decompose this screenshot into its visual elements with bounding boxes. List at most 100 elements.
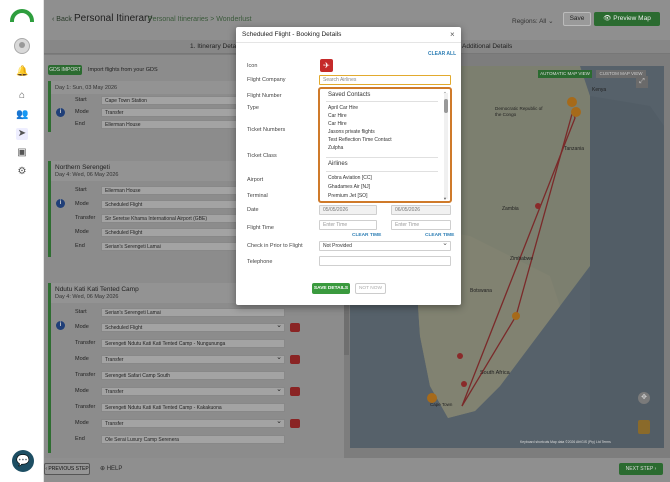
bell-icon[interactable]: 🔔: [16, 66, 28, 78]
row-label: Mode: [75, 201, 89, 207]
tab-additional-details[interactable]: Additional Details: [462, 43, 512, 50]
dropdown-scrollbar[interactable]: [444, 93, 448, 199]
dropdown-option[interactable]: April Car Hire: [328, 105, 358, 111]
preview-map-button[interactable]: 👁 Preview Map: [594, 12, 660, 26]
route-row: Transfer Serengeti Ndutu Kati Kati Tented…: [51, 402, 340, 413]
user-avatar[interactable]: [14, 38, 30, 54]
arrival-time-field[interactable]: Enter Time: [391, 220, 451, 230]
ticket-numbers-label: Ticket Numbers: [247, 127, 286, 133]
day-card: Ndutu Kati Kati Tented Camp Day 4: Wed, …: [48, 283, 340, 453]
delete-icon[interactable]: [290, 355, 300, 364]
dropdown-option[interactable]: Premium Jet [SO]: [328, 193, 367, 199]
telephone-field[interactable]: [319, 256, 451, 266]
automatic-map-view-toggle[interactable]: AUTOMATIC MAP VIEW: [538, 70, 592, 78]
breadcrumb[interactable]: Personal Itineraries > Wonderlust: [148, 16, 252, 23]
gear-icon[interactable]: ⚙: [16, 166, 28, 178]
dropdown-option[interactable]: Car Hire: [328, 121, 347, 127]
next-step-button[interactable]: NEXT STEP ›: [619, 463, 663, 475]
mode-select[interactable]: Transfer: [101, 387, 285, 396]
row-label: End: [75, 436, 85, 442]
row-label: Mode: [75, 229, 89, 235]
help-link[interactable]: ⊕ HELP: [100, 465, 122, 472]
delete-icon[interactable]: [290, 387, 300, 396]
modal-header: Scheduled Flight - Booking Details ×: [236, 27, 461, 43]
delete-icon[interactable]: [290, 419, 300, 428]
row-value-field[interactable]: Serian's Serengeti Lamai: [101, 308, 285, 317]
next-step-label: NEXT STEP: [625, 466, 654, 472]
row-label: Mode: [75, 388, 89, 394]
row-value-field[interactable]: Ole Serai Luxury Camp Serenera: [101, 435, 285, 444]
close-icon[interactable]: ×: [450, 30, 455, 39]
tab-itinerary-details[interactable]: 1. Itinerary Details: [190, 43, 242, 50]
users-icon[interactable]: 👥: [16, 109, 28, 121]
row-label: Mode: [75, 356, 89, 362]
home-icon[interactable]: ⌂: [16, 90, 28, 102]
map-label-zimbabwe: Zimbabwe: [510, 256, 534, 262]
row-label: Mode: [75, 324, 89, 330]
mode-select[interactable]: Transfer: [101, 419, 285, 428]
airlines-heading: Airlines: [328, 161, 348, 167]
itinerary-nav-icon[interactable]: ➤: [16, 128, 28, 140]
flight-number-label: Flight Number: [247, 93, 282, 99]
group-divider: [326, 101, 438, 102]
not-now-button[interactable]: NOT NOW: [355, 283, 386, 294]
route-row: End Ole Serai Luxury Camp Serenera: [51, 434, 340, 445]
dropdown-option[interactable]: Car Hire: [328, 113, 347, 119]
app-sidebar: 🔔 ⌂ 👥 ➤ ▣ ⚙ 💬: [0, 0, 44, 482]
back-label: Back: [56, 16, 72, 23]
brand-logo[interactable]: [10, 9, 34, 22]
chat-icon[interactable]: 💬: [12, 450, 34, 472]
map-label-botswana: Botswana: [470, 288, 492, 294]
map-label-drc: Democratic Republic of the Congo: [495, 106, 543, 117]
route-row: Transfer Serengeti Safari Camp South: [51, 370, 340, 381]
airplane-icon[interactable]: ✈: [320, 59, 333, 72]
dropdown-option[interactable]: Cobra Aviation [CC]: [328, 175, 372, 181]
row-value-field[interactable]: Serengeti Ndutu Kati Kati Tented Camp - …: [101, 403, 285, 412]
fullscreen-icon[interactable]: ⤢: [636, 76, 648, 88]
dropdown-option[interactable]: Ghadames Air [NJ]: [328, 184, 370, 190]
route-row: Mode Transfer: [51, 418, 340, 429]
row-label: Start: [75, 97, 87, 103]
delete-icon[interactable]: [290, 323, 300, 332]
airline-search-input[interactable]: Search Airlines: [319, 75, 451, 85]
regions-label: Regions: All: [512, 18, 547, 25]
preview-map-label: Preview Map: [613, 15, 651, 22]
scrollbar-thumb[interactable]: [444, 99, 448, 113]
date-to-field[interactable]: 06/05/2026: [391, 205, 451, 215]
type-label: Type: [247, 105, 259, 111]
check-in-select[interactable]: Not Provided: [319, 241, 451, 251]
dropdown-option[interactable]: Jasons private flights: [328, 129, 375, 135]
departure-time-field[interactable]: Enter Time: [319, 220, 377, 230]
mode-select[interactable]: Transfer: [101, 355, 285, 364]
map-label-south-africa: South Africa: [480, 370, 510, 376]
clear-time-button[interactable]: CLEAR TIME: [425, 233, 454, 238]
row-label: Transfer: [75, 215, 96, 221]
row-label: Transfer: [75, 340, 96, 346]
row-value-field[interactable]: Serengeti Ndutu Kati Kati Tented Camp - …: [101, 339, 285, 348]
mode-select[interactable]: Scheduled Flight: [101, 323, 285, 332]
pegman-icon[interactable]: [638, 420, 650, 434]
date-label: Date: [247, 207, 259, 213]
map-label-cape-town: Cape Town: [430, 402, 453, 407]
regions-filter[interactable]: Regions: All ⌄: [512, 17, 554, 25]
save-details-button[interactable]: SAVE DETAILS: [312, 283, 350, 294]
back-link[interactable]: ‹ Back: [52, 16, 72, 23]
image-icon[interactable]: ▣: [16, 147, 28, 159]
airport-label: Airport: [247, 177, 264, 183]
clear-all-button[interactable]: CLEAR ALL: [428, 51, 456, 57]
previous-step-button[interactable]: ‹ PREVIOUS STEP: [44, 463, 90, 475]
save-button[interactable]: Save: [563, 12, 591, 26]
row-label: Start: [75, 309, 87, 315]
clear-time-button[interactable]: CLEAR TIME: [352, 233, 381, 238]
dropdown-option[interactable]: Test Reflection Time Contact: [328, 137, 392, 143]
gds-import-text: Import flights from your GDS: [88, 67, 158, 73]
gds-import-button[interactable]: GDS IMPORT: [48, 65, 82, 75]
scroll-down-icon[interactable]: ▼: [443, 196, 447, 201]
route-row: Mode Transfer: [51, 386, 340, 397]
page-title: Personal Itinerary: [74, 13, 153, 24]
map-camera-icon[interactable]: ✥: [638, 392, 650, 404]
row-value-field[interactable]: Serengeti Safari Camp South: [101, 371, 285, 380]
dropdown-option[interactable]: Zulpha: [328, 145, 343, 151]
date-from-field[interactable]: 05/05/2026: [319, 205, 377, 215]
ticket-class-label: Ticket Class: [247, 153, 277, 159]
